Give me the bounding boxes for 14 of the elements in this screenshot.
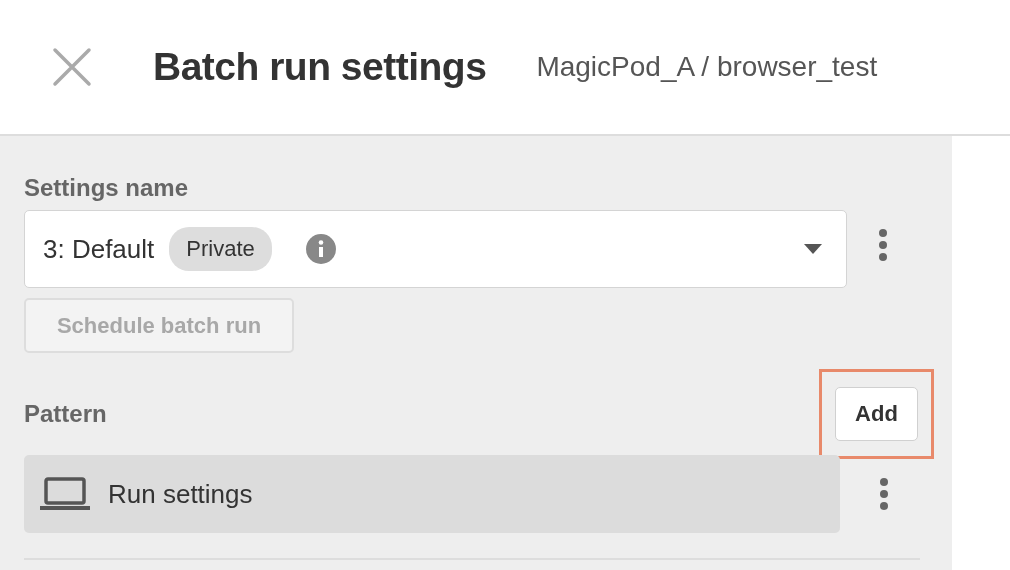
private-tag: Private xyxy=(169,227,272,271)
section-label: Pattern xyxy=(24,400,107,428)
field-label: Settings name xyxy=(24,174,190,202)
caret-icon[interactable] xyxy=(804,244,822,254)
page-title: Batch run settings xyxy=(153,45,487,89)
more-options-icon[interactable] xyxy=(878,228,888,262)
selected-value: 3: Default xyxy=(43,233,155,265)
more-options-icon[interactable] xyxy=(879,477,889,511)
settings-dropdown[interactable]: 3: Default Private xyxy=(24,210,847,288)
add-button[interactable]: Add xyxy=(835,387,918,441)
laptop-icon xyxy=(40,477,90,511)
breadcrumb[interactable]: MagicPod_A / browser_test xyxy=(536,51,878,83)
pattern-item[interactable]: Run settings xyxy=(24,455,840,533)
info-icon[interactable] xyxy=(305,234,336,264)
